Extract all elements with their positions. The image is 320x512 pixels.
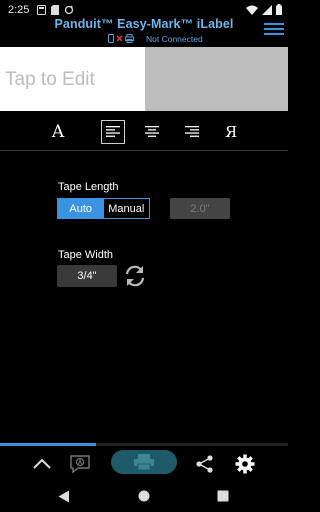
align-left-icon <box>106 126 120 137</box>
sd-card-icon <box>51 5 59 15</box>
tape-length-label: Tape Length <box>58 181 119 193</box>
hamburger-menu-icon[interactable] <box>264 23 284 37</box>
home-icon[interactable] <box>138 490 150 502</box>
share-icon <box>196 455 213 473</box>
tape-length-input[interactable]: 2.0" <box>170 198 230 219</box>
tape-width-label: Tape Width <box>58 249 114 261</box>
settings-gear-icon <box>235 454 255 474</box>
status-time: 2:25 <box>8 4 30 16</box>
signal-icon <box>262 4 272 15</box>
align-right-button[interactable] <box>180 120 204 144</box>
label-placeholder: Tap to Edit <box>5 69 95 90</box>
font-button[interactable]: A <box>46 120 70 144</box>
back-icon[interactable] <box>58 490 70 503</box>
settings-button[interactable] <box>233 452 257 476</box>
label-preview[interactable]: Tap to Edit <box>0 47 288 111</box>
print-icon <box>134 454 154 471</box>
refresh-icon <box>125 265 145 287</box>
tape-length-toggle: Auto Manual <box>57 198 150 219</box>
label-tape-remainder <box>145 47 288 111</box>
printer-icon <box>125 34 134 43</box>
font-icon: A <box>51 122 65 142</box>
right-to-left-icon: Я <box>224 123 238 141</box>
tape-width-select[interactable]: 3/4" <box>57 265 117 287</box>
bottom-toolbar <box>0 446 288 482</box>
align-center-button[interactable] <box>140 120 164 144</box>
tape-length-manual-button[interactable]: Manual <box>103 199 149 218</box>
share-button[interactable] <box>193 452 217 476</box>
align-left-button[interactable] <box>101 120 125 144</box>
battery-icon <box>276 4 282 15</box>
connection-status: Not Connected <box>146 34 203 44</box>
align-right-icon <box>185 126 199 137</box>
label-preview-icon <box>70 455 90 474</box>
wifi-icon <box>246 5 258 15</box>
refresh-button[interactable] <box>122 263 148 289</box>
expand-button[interactable] <box>30 452 54 476</box>
sync-icon <box>64 5 74 15</box>
label-preview-button[interactable] <box>68 452 92 476</box>
format-toolbar: A Я <box>0 113 288 151</box>
chevron-up-icon <box>33 458 51 469</box>
phone-icon <box>108 34 114 43</box>
right-to-left-button[interactable]: Я <box>219 120 243 144</box>
tape-length-auto-button[interactable]: Auto <box>58 199 104 218</box>
app-title: Panduit™ Easy-Mark™ iLabel <box>54 17 234 31</box>
notification-icon <box>37 5 46 15</box>
disconnected-x-icon <box>116 35 123 42</box>
print-button[interactable] <box>111 450 177 474</box>
align-center-icon <box>145 126 159 137</box>
label-edit-area[interactable]: Tap to Edit <box>0 47 145 111</box>
recents-icon[interactable] <box>217 490 229 502</box>
app-bar: Panduit™ Easy-Mark™ iLabel Not Connected <box>0 17 288 45</box>
system-nav-bar <box>0 482 288 512</box>
